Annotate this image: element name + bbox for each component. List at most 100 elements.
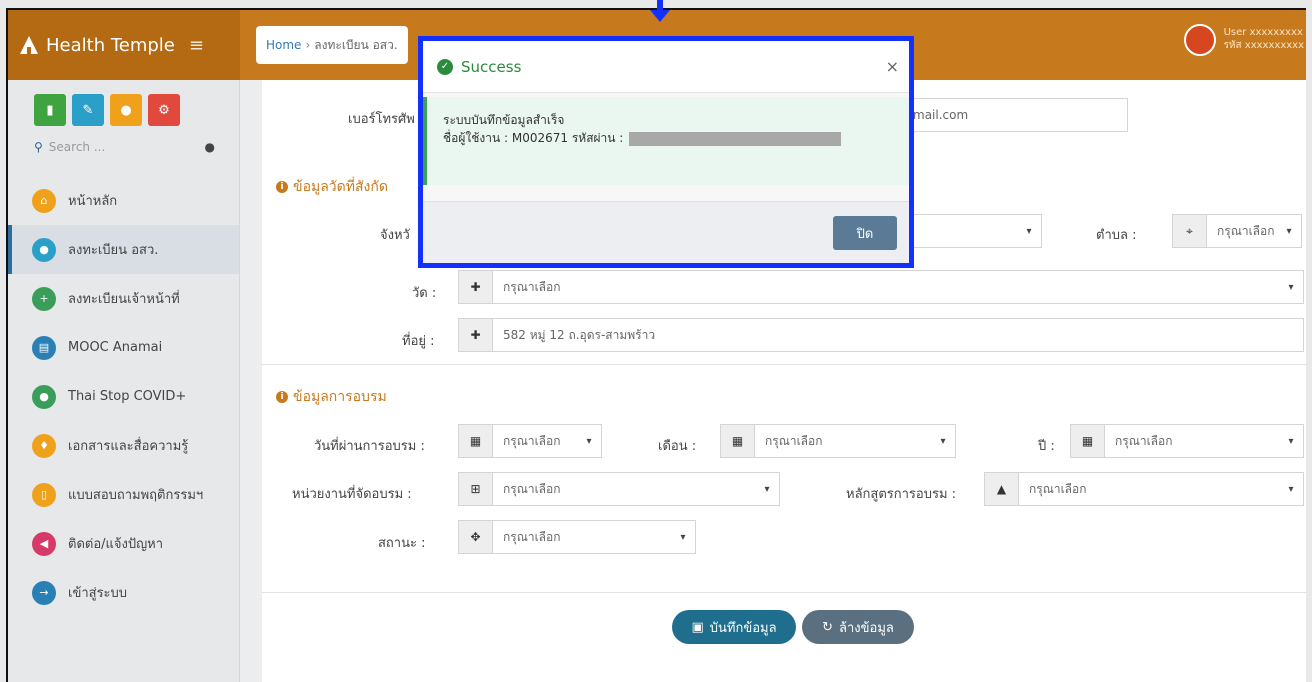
chevron-down-icon: ▾ — [680, 531, 686, 543]
sidebar-item-label: ลงทะเบียน อสว. — [68, 243, 159, 258]
section-training-info: i ข้อมูลการอบรม — [276, 386, 387, 408]
megaphone-icon: ◀ — [32, 531, 56, 556]
chevron-down-icon: ▾ — [1026, 225, 1032, 237]
arrows-icon: ✥ — [459, 521, 493, 553]
search-input[interactable]: Search ... — [49, 140, 105, 154]
address-field[interactable]: ✚ 582 หมู่ 12 ถ.อุดร-สามพร้าว — [458, 318, 1304, 352]
breadcrumb-home[interactable]: Home — [266, 38, 301, 52]
hamburger-menu-icon[interactable]: ≡ — [189, 35, 204, 56]
province-select[interactable]: ▾ — [902, 214, 1042, 248]
check-circle-icon: ✓ — [437, 58, 453, 75]
close-icon[interactable]: × — [886, 57, 899, 76]
sidebar-item-label: Thai Stop COVID+ — [68, 389, 187, 404]
redacted-password — [629, 131, 842, 146]
training-day-select[interactable]: ▦ กรุณาเลือก ▾ — [458, 424, 602, 458]
microphone-icon[interactable]: ● — [205, 140, 215, 154]
chevron-down-icon: ▾ — [1288, 281, 1294, 293]
login-icon: → — [32, 580, 56, 605]
sidebar-item-home[interactable]: ⌂ หน้าหลัก — [8, 176, 239, 225]
chevron-down-icon: ▾ — [1288, 483, 1294, 495]
training-course-select[interactable]: ▲ กรุณาเลือก ▾ — [984, 472, 1304, 506]
pin-icon: ✚ — [459, 319, 493, 351]
sidebar-item-label: ติดต่อ/แจ้งปัญหา — [68, 537, 164, 552]
sitemap-icon: ⊞ — [459, 473, 493, 505]
sidebar-item-mooc[interactable]: ▤ MOOC Anamai — [8, 323, 239, 372]
close-button[interactable]: ปิด — [833, 216, 897, 250]
training-year-select[interactable]: ▦ กรุณาเลือก ▾ — [1070, 424, 1304, 458]
save-icon: ▣ — [691, 619, 704, 635]
pin-icon: ✚ — [459, 271, 493, 303]
arrow-down-icon — [650, 0, 670, 22]
training-org-select[interactable]: ⊞ กรุณาเลือก ▾ — [458, 472, 780, 506]
address-label: ที่อยู่ : — [402, 334, 435, 349]
settings-icon[interactable]: ⚙ — [148, 94, 180, 126]
temple-select[interactable]: ✚ กรุณาเลือก ▾ — [458, 270, 1304, 304]
training-org-label: หน่วยงานที่จัดอบรม : — [292, 487, 412, 502]
search-icon: ⚲ — [34, 140, 43, 154]
subdistrict-select[interactable]: ⌖ กรุณาเลือก ▾ — [1172, 214, 1302, 248]
sidebar-item-survey[interactable]: ▯ แบบสอบถามพฤติกรรมฯ — [8, 470, 239, 519]
sidebar-item-documents[interactable]: ♦ เอกสารและสื่อความรู้ — [8, 421, 239, 470]
credentials-line: ชื่อผู้ใช้งาน : M002671 รหัสผ่าน : — [443, 129, 909, 147]
info-icon: i — [276, 181, 288, 193]
calendar-icon: ▦ — [721, 425, 755, 457]
training-course-label: หลักสูตรการอบรม : — [846, 487, 957, 502]
status-select[interactable]: ✥ กรุณาเลือก ▾ — [458, 520, 696, 554]
graduation-cap-icon: ▲ — [985, 473, 1019, 505]
breadcrumb: Home › ลงทะเบียน อสว. — [256, 26, 408, 64]
document-icon: ▯ — [32, 482, 56, 507]
info-icon: i — [276, 391, 288, 403]
brand[interactable]: Health Temple ≡ — [8, 10, 240, 80]
sidebar-nav: ⌂ หน้าหลัก ● ลงทะเบียน อสว. + ลงทะเบียนเ… — [8, 176, 239, 617]
sidebar-item-label: แบบสอบถามพฤติกรรมฯ — [68, 488, 204, 503]
sidebar-item-label: เอกสารและสื่อความรู้ — [68, 439, 189, 454]
user-plus-icon: + — [32, 286, 56, 311]
avatar — [1183, 24, 1216, 56]
modal-title: Success — [461, 57, 522, 76]
breadcrumb-current: ลงทะเบียน อสว. — [314, 37, 398, 52]
modal-footer: ปิด — [423, 201, 909, 263]
sidebar-item-register-staff[interactable]: + ลงทะเบียนเจ้าหน้าที่ — [8, 274, 239, 323]
brand-name: Health Temple — [46, 34, 175, 56]
sidebar-search[interactable]: ⚲ Search ... ● — [34, 140, 215, 154]
chevron-down-icon: ▾ — [940, 435, 946, 447]
edit-icon[interactable]: ✎ — [72, 94, 104, 126]
chevron-down-icon: ▾ — [1286, 225, 1292, 237]
users-icon[interactable]: ● — [110, 94, 142, 126]
user-icon: ● — [32, 384, 56, 409]
divider — [262, 592, 1306, 593]
sidebar: ▮ ✎ ● ⚙ ⚲ Search ... ● ⌂ หน้าหลัก ● ลงทะ… — [8, 80, 240, 682]
refresh-icon: ↻ — [822, 619, 834, 635]
success-message: ระบบบันทึกข้อมูลสำเร็จ — [443, 113, 565, 127]
sidebar-item-login[interactable]: → เข้าสู่ระบบ — [8, 568, 239, 617]
chevron-down-icon: ▾ — [586, 435, 592, 447]
calendar-icon: ▦ — [459, 425, 493, 457]
save-button[interactable]: ▣ บันทึกข้อมูล — [672, 610, 796, 644]
section-temple-info: i ข้อมูลวัดที่สังกัด — [276, 176, 388, 198]
book-icon: ▤ — [32, 335, 56, 360]
subdistrict-label: ตำบล : — [1096, 228, 1137, 243]
quick-buttons: ▮ ✎ ● ⚙ — [34, 94, 239, 126]
user-code: รหัส xxxxxxxxxx — [1223, 40, 1304, 51]
clear-button[interactable]: ↻ ล้างข้อมูล — [802, 610, 914, 644]
temple-logo-icon — [20, 36, 38, 54]
home-icon: ⌂ — [32, 188, 56, 213]
bar-chart-icon[interactable]: ▮ — [34, 94, 66, 126]
modal-header: ✓ Success × — [423, 41, 909, 93]
email-field[interactable]: mail.com — [902, 98, 1128, 132]
training-month-select[interactable]: ▦ กรุณาเลือก ▾ — [720, 424, 956, 458]
training-year-label: ปี : — [1038, 439, 1055, 454]
calendar-icon: ▦ — [1071, 425, 1105, 457]
sidebar-item-register-volunteer[interactable]: ● ลงทะเบียน อสว. — [8, 225, 239, 274]
map-icon: ⌖ — [1173, 215, 1207, 247]
sidebar-item-label: หน้าหลัก — [68, 194, 118, 209]
sidebar-item-thai-stop-covid[interactable]: ● Thai Stop COVID+ — [8, 372, 239, 421]
breadcrumb-separator: › — [305, 38, 311, 52]
user-menu[interactable]: User xxxxxxxxx รหัส xxxxxxxxxx — [1183, 24, 1306, 56]
training-month-label: เดือน : — [658, 439, 697, 454]
sidebar-item-label: ลงทะเบียนเจ้าหน้าที่ — [68, 292, 180, 307]
sidebar-item-contact[interactable]: ◀ ติดต่อ/แจ้งปัญหา — [8, 519, 239, 568]
lightbulb-icon: ♦ — [32, 433, 56, 458]
users-icon: ● — [32, 237, 56, 262]
sidebar-item-label: MOOC Anamai — [68, 340, 163, 355]
